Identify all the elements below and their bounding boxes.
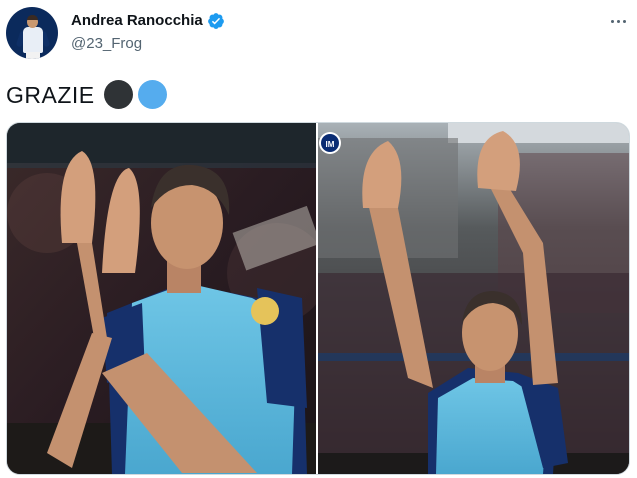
player-applauding-photo[interactable] <box>7 123 316 474</box>
author-name-row: Andrea Ranocchia <box>71 11 225 31</box>
player-waving-photo[interactable]: IM <box>318 123 629 474</box>
blue-circle-emoji <box>137 80 167 109</box>
svg-text:IM: IM <box>326 140 335 149</box>
profile-avatar[interactable] <box>6 7 58 59</box>
inter-logo: IM <box>319 132 341 154</box>
tweet-media: IM <box>6 122 630 475</box>
more-options-icon[interactable] <box>607 12 629 30</box>
verified-badge-icon <box>207 13 224 29</box>
black-circle-emoji <box>103 80 133 109</box>
tweet-text: GRAZIE <box>6 81 95 108</box>
author-display-name[interactable]: Andrea Ranocchia <box>71 11 203 31</box>
tweet-body: GRAZIE <box>6 80 167 109</box>
author-handle[interactable]: @23_Frog <box>71 34 142 54</box>
